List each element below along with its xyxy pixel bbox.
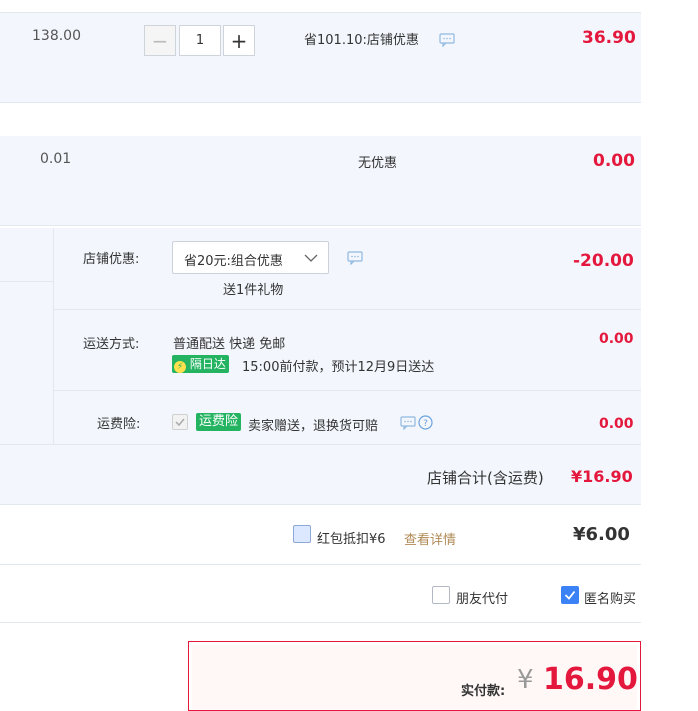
store-total-label: 店铺合计(含运费) [427,469,544,487]
divider [0,444,641,445]
plus-icon: + [230,28,248,53]
store-discount-amount: -20.00 [573,251,634,271]
item-row-1-bg [0,13,641,102]
next-day-badge: ⚡ 隔日达 [172,355,229,373]
item-2-unit-price: 0.01 [40,151,72,167]
svg-text:?: ? [423,419,428,429]
divider [0,564,641,565]
anonymous-label: 匿名购买 [584,592,637,607]
check-icon [175,418,185,427]
lightning-icon: ⚡ [174,361,186,373]
divider [0,102,641,103]
item-2-subtotal: 0.00 [593,151,635,171]
increase-quantity-button[interactable]: + [223,25,255,56]
payment-label: 实付款: [461,684,506,699]
red-packet-amount: ¥6.00 [573,524,630,545]
insurance-desc: 卖家赠送，退换货可赔 [248,419,379,434]
insurance-label: 运费险: [97,417,141,432]
message-icon[interactable] [439,33,455,47]
decrease-quantity-button[interactable]: − [144,25,176,56]
friend-pay-checkbox[interactable] [432,586,450,604]
insurance-badge: 运费险 [196,413,242,431]
item-row-2-bg [0,136,641,225]
red-packet-label: 红包抵扣¥6 [317,532,386,547]
divider [0,12,641,13]
item-1-subtotal: 36.90 [582,28,636,48]
store-total-amount: ¥16.90 [571,467,633,486]
store-discount-gift: 送1件礼物 [223,283,284,298]
chevron-down-icon [304,254,318,262]
insurance-checkbox [172,414,188,430]
help-icon[interactable]: ? [418,415,433,430]
divider [0,622,641,623]
friend-pay-label: 朋友代付 [456,592,509,607]
minus-icon: − [151,28,169,53]
red-packet-details-link[interactable]: 查看详情 [404,529,456,548]
store-discount-selected: 省20元:组合优惠 [184,254,283,269]
left-cell-divider [0,281,53,282]
shipping-label: 运送方式: [83,337,140,352]
store-discount-label: 店铺优惠: [83,252,140,267]
insurance-amount: 0.00 [599,416,634,432]
check-icon [564,590,576,600]
payment-currency: ¥ [517,665,534,695]
shipping-note: 15:00前付款，预计12月9日送达 [242,360,435,375]
shipping-amount: 0.00 [599,331,634,347]
divider [0,504,641,505]
divider [54,309,641,310]
item-1-discount-text: 省101.10:店铺优惠 [304,33,419,48]
message-icon[interactable] [400,416,416,430]
anonymous-checkbox[interactable] [561,586,579,604]
next-day-badge-text: 隔日达 [189,357,226,371]
store-discount-select[interactable]: 省20元:组合优惠 [172,241,329,274]
shipping-method: 普通配送 快递 免邮 [173,337,286,352]
divider [54,390,641,391]
divider [0,225,641,226]
left-column-divider [53,228,54,444]
payment-amount: 16.90 [543,662,638,697]
message-icon[interactable] [347,251,363,265]
quantity-input[interactable]: 1 [179,25,221,56]
item-2-discount-text: 无优惠 [358,156,398,171]
red-packet-checkbox[interactable] [293,525,311,543]
item-1-unit-price: 138.00 [32,28,81,44]
